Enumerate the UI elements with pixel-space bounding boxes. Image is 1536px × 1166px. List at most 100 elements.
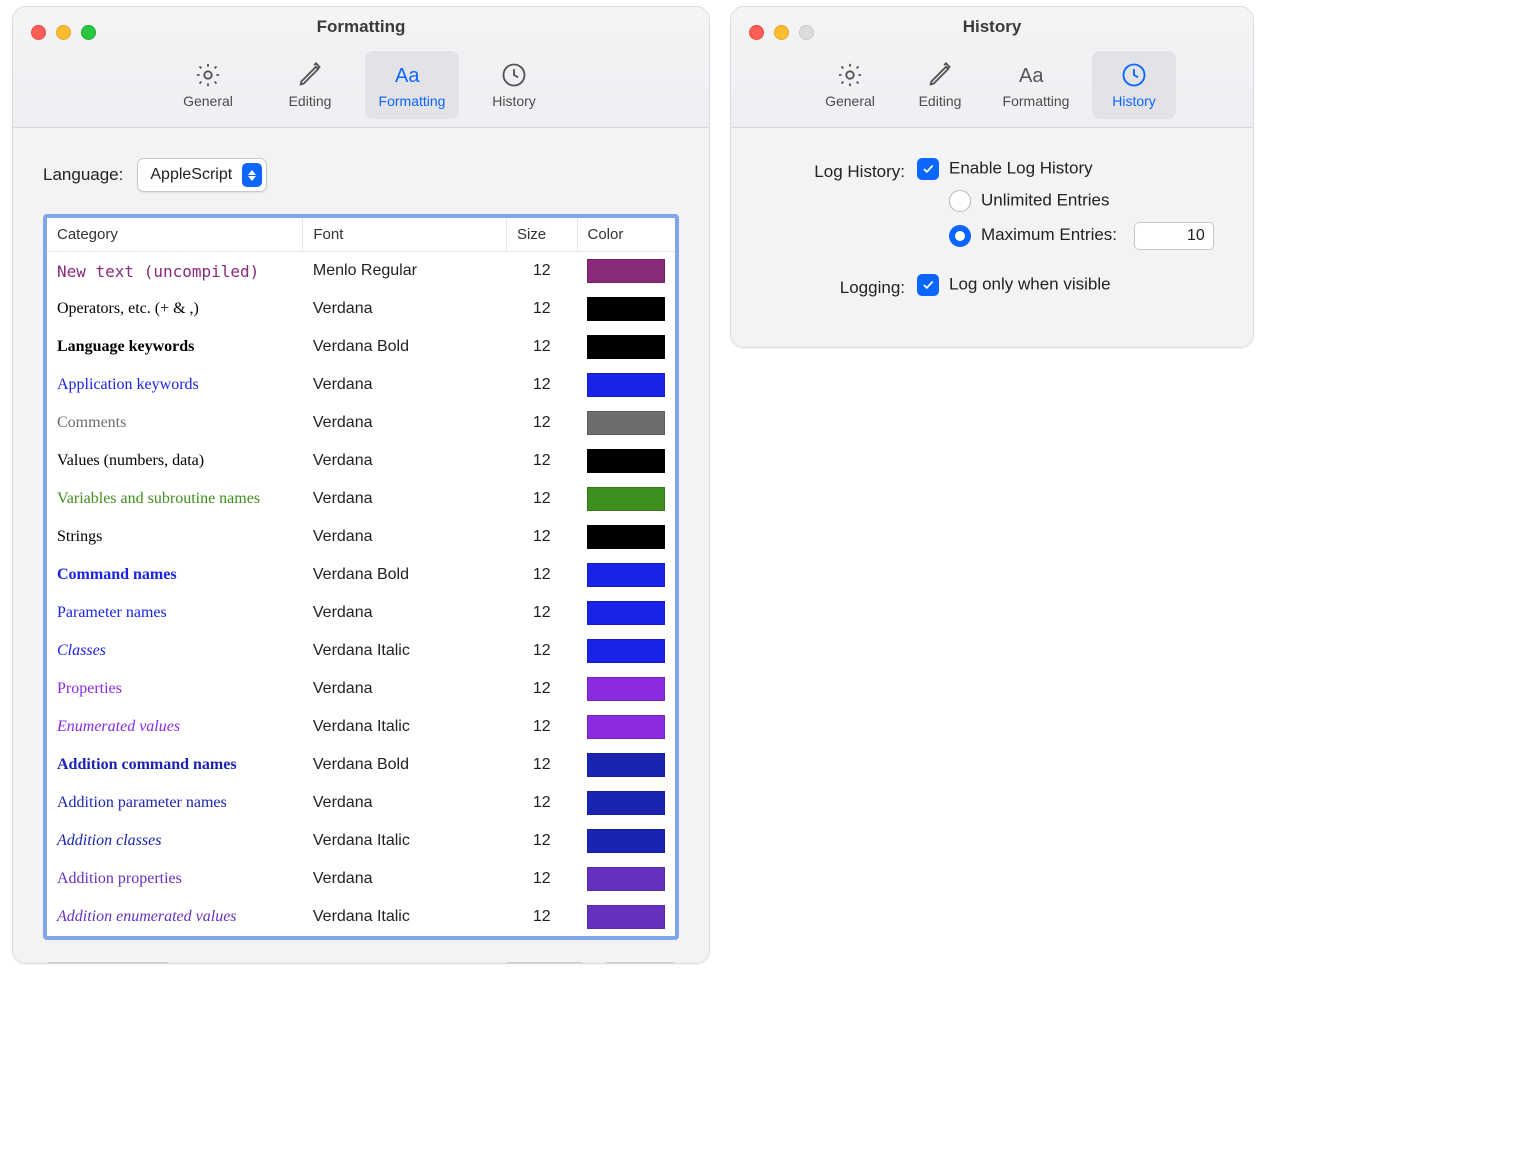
color-cell[interactable] bbox=[577, 518, 675, 556]
tab-general[interactable]: General bbox=[808, 51, 892, 119]
color-cell[interactable] bbox=[577, 594, 675, 632]
color-cell[interactable] bbox=[577, 480, 675, 518]
log-only-visible-checkbox[interactable] bbox=[917, 274, 939, 296]
table-row[interactable]: Enumerated valuesVerdana Italic12 bbox=[47, 708, 675, 746]
font-cell: Verdana Bold bbox=[303, 328, 507, 366]
table-row[interactable]: StringsVerdana12 bbox=[47, 518, 675, 556]
popup-stepper-icon bbox=[242, 163, 262, 187]
unlimited-entries-radio[interactable] bbox=[949, 190, 971, 212]
tab-editing[interactable]: Editing bbox=[263, 51, 357, 119]
category-cell: Parameter names bbox=[47, 594, 303, 632]
color-swatch[interactable] bbox=[587, 639, 665, 663]
color-cell[interactable] bbox=[577, 632, 675, 670]
table-row[interactable]: Addition propertiesVerdana12 bbox=[47, 860, 675, 898]
color-swatch[interactable] bbox=[587, 563, 665, 587]
color-cell[interactable] bbox=[577, 708, 675, 746]
font-cell: Menlo Regular bbox=[303, 252, 507, 291]
category-cell: Application keywords bbox=[47, 366, 303, 404]
color-cell[interactable] bbox=[577, 328, 675, 366]
tab-history-label: History bbox=[1112, 93, 1156, 109]
color-swatch[interactable] bbox=[587, 525, 665, 549]
maximum-entries-field[interactable]: 10 bbox=[1134, 222, 1214, 250]
size-cell: 12 bbox=[506, 898, 577, 936]
color-cell[interactable] bbox=[577, 898, 675, 936]
color-swatch[interactable] bbox=[587, 677, 665, 701]
tab-history[interactable]: History bbox=[467, 51, 561, 119]
color-cell[interactable] bbox=[577, 556, 675, 594]
color-cell[interactable] bbox=[577, 366, 675, 404]
table-row[interactable]: ClassesVerdana Italic12 bbox=[47, 632, 675, 670]
col-font[interactable]: Font bbox=[303, 218, 507, 252]
color-swatch[interactable] bbox=[587, 335, 665, 359]
color-cell[interactable] bbox=[577, 670, 675, 708]
color-swatch[interactable] bbox=[587, 411, 665, 435]
table-row[interactable]: Addition command namesVerdana Bold12 bbox=[47, 746, 675, 784]
size-cell: 12 bbox=[506, 442, 577, 480]
color-cell[interactable] bbox=[577, 290, 675, 328]
col-size[interactable]: Size bbox=[506, 218, 577, 252]
table-row[interactable]: Values (numbers, data)Verdana12 bbox=[47, 442, 675, 480]
tab-general-label: General bbox=[183, 93, 233, 109]
category-cell: Addition classes bbox=[47, 822, 303, 860]
color-cell[interactable] bbox=[577, 404, 675, 442]
color-swatch[interactable] bbox=[587, 297, 665, 321]
use-defaults-button[interactable]: Use Defaults bbox=[43, 962, 173, 964]
color-cell[interactable] bbox=[577, 822, 675, 860]
size-cell: 12 bbox=[506, 252, 577, 291]
col-color[interactable]: Color bbox=[577, 218, 675, 252]
tab-formatting[interactable]: Aa Formatting bbox=[365, 51, 459, 119]
maximum-entries-radio[interactable] bbox=[949, 225, 971, 247]
table-row[interactable]: Parameter namesVerdana12 bbox=[47, 594, 675, 632]
color-swatch[interactable] bbox=[587, 791, 665, 815]
size-cell: 12 bbox=[506, 290, 577, 328]
color-swatch[interactable] bbox=[587, 373, 665, 397]
color-cell[interactable] bbox=[577, 442, 675, 480]
titlebar: History General Editing Aa Formatting Hi… bbox=[731, 7, 1253, 128]
color-swatch[interactable] bbox=[587, 753, 665, 777]
table-row[interactable]: Addition enumerated valuesVerdana Italic… bbox=[47, 898, 675, 936]
color-swatch[interactable] bbox=[587, 715, 665, 739]
font-cell: Verdana bbox=[303, 366, 507, 404]
color-cell[interactable] bbox=[577, 252, 675, 291]
table-row[interactable]: Language keywordsVerdana Bold12 bbox=[47, 328, 675, 366]
color-swatch[interactable] bbox=[587, 829, 665, 853]
text-aa-icon: Aa bbox=[1019, 61, 1053, 89]
color-swatch[interactable] bbox=[587, 601, 665, 625]
col-category[interactable]: Category bbox=[47, 218, 303, 252]
table-row[interactable]: Command namesVerdana Bold12 bbox=[47, 556, 675, 594]
table-row[interactable]: Variables and subroutine namesVerdana12 bbox=[47, 480, 675, 518]
enable-log-history-checkbox[interactable] bbox=[917, 158, 939, 180]
table-row[interactable]: New text (uncompiled)Menlo Regular12 bbox=[47, 252, 675, 291]
table-row[interactable]: Addition parameter namesVerdana12 bbox=[47, 784, 675, 822]
color-cell[interactable] bbox=[577, 860, 675, 898]
tab-formatting[interactable]: Aa Formatting bbox=[988, 51, 1084, 119]
table-row[interactable]: Application keywordsVerdana12 bbox=[47, 366, 675, 404]
table-row[interactable]: Operators, etc. (+ & ,)Verdana12 bbox=[47, 290, 675, 328]
color-cell[interactable] bbox=[577, 784, 675, 822]
color-swatch[interactable] bbox=[587, 259, 665, 283]
revert-button[interactable]: Revert bbox=[502, 962, 587, 964]
size-cell: 12 bbox=[506, 328, 577, 366]
formatting-window: Formatting General Editing Aa Formatting… bbox=[12, 6, 710, 964]
apply-button[interactable]: Apply bbox=[601, 962, 679, 964]
tab-editing[interactable]: Editing bbox=[900, 51, 980, 119]
formatting-table[interactable]: Category Font Size Color New text (uncom… bbox=[43, 214, 679, 940]
color-swatch[interactable] bbox=[587, 449, 665, 473]
table-row[interactable]: Addition classesVerdana Italic12 bbox=[47, 822, 675, 860]
color-swatch[interactable] bbox=[587, 905, 665, 929]
table-row[interactable]: CommentsVerdana12 bbox=[47, 404, 675, 442]
pencil-icon bbox=[296, 61, 324, 89]
window-title: Formatting bbox=[13, 17, 709, 37]
size-cell: 12 bbox=[506, 822, 577, 860]
size-cell: 12 bbox=[506, 518, 577, 556]
language-popup[interactable]: AppleScript bbox=[137, 158, 267, 192]
size-cell: 12 bbox=[506, 746, 577, 784]
tab-history[interactable]: History bbox=[1092, 51, 1176, 119]
color-swatch[interactable] bbox=[587, 487, 665, 511]
color-cell[interactable] bbox=[577, 746, 675, 784]
color-swatch[interactable] bbox=[587, 867, 665, 891]
tab-formatting-label: Formatting bbox=[379, 93, 446, 109]
tab-general[interactable]: General bbox=[161, 51, 255, 119]
tab-history-label: History bbox=[492, 93, 536, 109]
table-row[interactable]: PropertiesVerdana12 bbox=[47, 670, 675, 708]
